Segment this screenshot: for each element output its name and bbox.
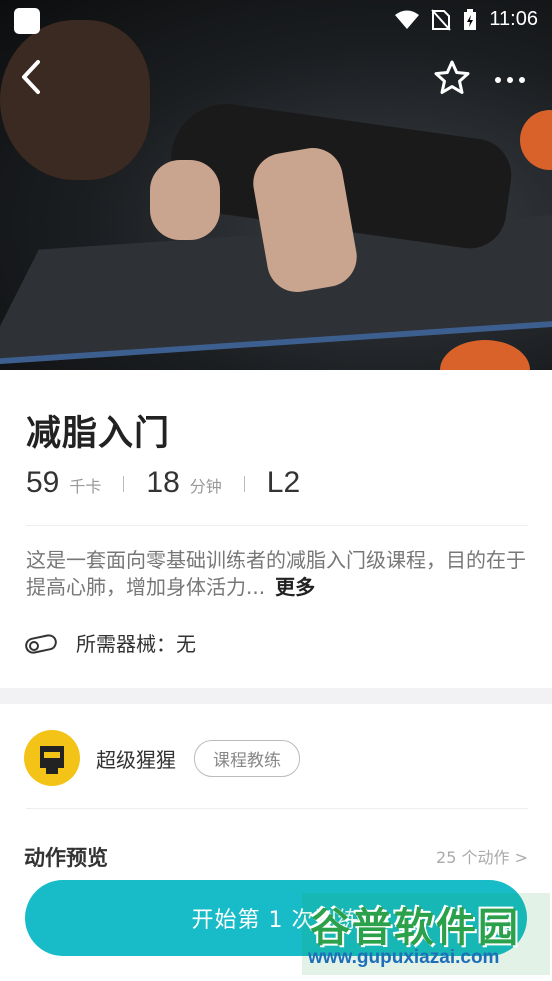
wifi-icon — [395, 10, 420, 29]
stat-divider — [243, 476, 245, 492]
status-time: 11:06 — [489, 8, 538, 30]
more-link[interactable]: 更多 — [275, 575, 315, 599]
hero-arm — [150, 160, 220, 240]
coach-avatar — [24, 730, 80, 786]
course-description: 这是一套面向零基础训练者的减脂入门级课程，目的在于提高心肺，增加身体活力... 更… — [26, 547, 528, 601]
watermark: 谷普软件园 www.gupuxiazai.com — [302, 893, 550, 975]
coach-tag: 课程教练 — [194, 739, 300, 777]
hero-ball — [520, 110, 552, 170]
level-value: L2 — [266, 466, 301, 499]
watermark-title: 谷普软件园 — [310, 905, 520, 951]
battery-icon — [464, 8, 477, 30]
preview-title: 动作预览 — [24, 846, 108, 870]
gorilla-logo-icon — [40, 746, 64, 774]
hero-ball — [440, 340, 530, 370]
stat-divider — [123, 476, 125, 492]
calories-unit: 千卡 — [69, 477, 102, 496]
course-stats: 59 千卡 18 分钟 L2 — [26, 466, 528, 500]
divider — [26, 525, 528, 526]
coach-name: 超级猩猩 — [96, 747, 176, 772]
duration-unit: 分钟 — [189, 477, 222, 496]
equipment-row: 所需器械：无 — [24, 628, 196, 657]
more-dots-icon — [495, 77, 525, 83]
coach-row[interactable]: 超级猩猩 课程教练 — [24, 730, 300, 786]
equipment-icon — [25, 633, 57, 654]
app-notification-icon — [14, 8, 40, 34]
status-right: 11:06 — [395, 8, 538, 31]
equipment-text: 所需器械：无 — [76, 632, 196, 656]
watermark-url: www.gupuxiazai.com — [308, 947, 500, 968]
duration-value: 18 — [146, 466, 180, 499]
course-info: 减脂入门 59 千卡 18 分钟 L2 — [26, 405, 528, 500]
status-bar: 11:06 — [0, 0, 552, 40]
more-options-button[interactable] — [490, 56, 534, 100]
preview-count: 25 个动作 > — [436, 848, 528, 867]
back-arrow-icon — [22, 60, 40, 94]
divider — [26, 808, 528, 809]
back-button[interactable] — [12, 52, 52, 102]
calories-value: 59 — [26, 466, 60, 499]
course-title: 减脂入门 — [26, 414, 171, 454]
preview-header[interactable]: 动作预览 25 个动作 > — [24, 842, 528, 872]
no-sim-icon — [431, 8, 452, 31]
section-gap — [0, 688, 552, 704]
favorite-button[interactable] — [430, 56, 474, 100]
star-icon — [434, 60, 470, 94]
top-nav — [0, 52, 552, 104]
